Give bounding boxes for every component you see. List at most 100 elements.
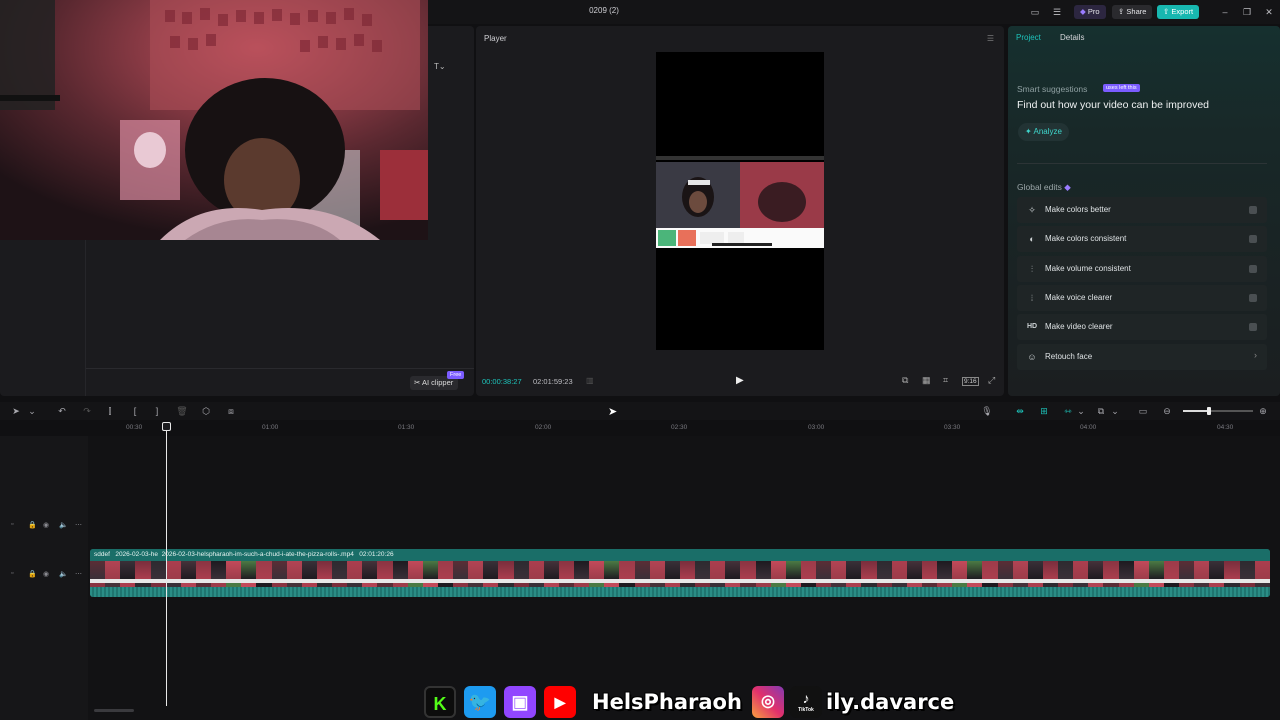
clip-thumbnail-frame xyxy=(1163,561,1179,587)
captions-icon[interactable]: ▭ xyxy=(1136,404,1150,418)
clip-thumbnail-frame xyxy=(664,561,680,587)
toggle-switch[interactable] xyxy=(1249,323,1257,331)
global-edit-colors-consistent[interactable]: ◐ Make colors consistent xyxy=(1017,226,1267,252)
face-retouch-icon: ☺ xyxy=(1027,352,1037,362)
export-label: Export xyxy=(1171,7,1194,16)
undo-icon[interactable]: ↶ xyxy=(55,404,69,418)
lock-icon[interactable]: 🔒 xyxy=(28,521,37,529)
divider xyxy=(1017,163,1267,164)
more-icon[interactable]: ⋯ xyxy=(75,521,82,529)
quality-icon[interactable]: ▦ xyxy=(922,375,931,386)
global-edit-volume-consistent[interactable]: ⫶ Make volume consistent xyxy=(1017,256,1267,282)
analyze-label: Analyze xyxy=(1033,127,1062,136)
zoom-slider-handle[interactable] xyxy=(1207,407,1211,415)
chevron-down-icon[interactable]: ⌄ xyxy=(25,404,39,418)
menu-icon[interactable]: ☰ xyxy=(1050,5,1064,19)
clip-thumbnail-frame xyxy=(634,561,650,587)
split-icon[interactable]: ⫿ xyxy=(103,404,117,418)
magic-wand-icon: ✧ xyxy=(1028,205,1036,215)
playhead-line[interactable] xyxy=(166,424,167,706)
clip-thumbnail-frame xyxy=(1239,561,1255,587)
minimize-icon[interactable]: – xyxy=(1218,5,1232,19)
clip-thumbnail-frame xyxy=(483,561,499,587)
clip-thumbnail-frame xyxy=(770,561,786,587)
play-button[interactable]: ▶ xyxy=(736,375,744,386)
clip-thumbnail-frame xyxy=(876,561,892,587)
clip-thumbnail-frame xyxy=(589,561,605,587)
delete-icon[interactable]: 🗑 xyxy=(175,404,189,418)
time-ruler[interactable]: 00:30 01:00 01:30 02:00 02:30 03:00 03:3… xyxy=(90,422,1280,434)
layout-icon[interactable]: ▭ xyxy=(1028,5,1042,19)
hd-icon: HD xyxy=(1026,323,1038,330)
voice-wave-icon: ⦙ xyxy=(1030,293,1034,303)
clip-thumbnail-frame xyxy=(740,561,756,587)
chevron-down-icon[interactable]: ⌄ xyxy=(1074,404,1088,418)
restore-icon[interactable]: ❐ xyxy=(1240,5,1254,19)
panel-sidebar xyxy=(0,240,86,396)
clip-thumbnail-frame xyxy=(785,561,801,587)
track-cover-icon[interactable]: ▫ xyxy=(11,570,13,577)
video-clip[interactable]: sddef 2026-02-03-he 2026-02-03-helsphara… xyxy=(90,549,1270,597)
color-adjust-icon: ◐ xyxy=(1029,234,1035,244)
clip-filename: 2026-02-03-helspharaoh-im-such-a-chud-i-… xyxy=(161,551,354,558)
grid-icon[interactable]: ▥ xyxy=(586,376,594,385)
toggle-switch[interactable] xyxy=(1249,235,1257,243)
audio-icon[interactable]: 🔈 xyxy=(59,570,68,578)
zoom-in-icon[interactable]: ⊕ xyxy=(1256,404,1270,418)
zoom-out-icon[interactable]: ⊖ xyxy=(1160,404,1174,418)
analyze-button[interactable]: ✦ Analyze xyxy=(1018,123,1069,141)
fullscreen-icon[interactable]: ⤢ xyxy=(988,375,995,386)
timeline-scrollbar[interactable] xyxy=(94,709,134,712)
toggle-switch[interactable] xyxy=(1249,265,1257,273)
global-edit-label: Make video clearer xyxy=(1045,322,1113,331)
trim-right-icon[interactable]: ] xyxy=(150,404,164,418)
tab-project[interactable]: Project xyxy=(1016,33,1041,42)
pro-button[interactable]: ◆ Pro xyxy=(1074,5,1106,19)
toggle-switch[interactable] xyxy=(1249,294,1257,302)
trim-left-icon[interactable]: [ xyxy=(128,404,142,418)
clip-thumbnail-frame xyxy=(891,561,907,587)
close-icon[interactable]: ✕ xyxy=(1262,5,1276,19)
crop-icon[interactable]: ⧉ xyxy=(902,375,908,386)
export-button[interactable]: ⇧ Export xyxy=(1157,5,1200,19)
aspect-ratio-button[interactable]: 9:16 xyxy=(962,377,979,386)
audio-icon[interactable]: 🔈 xyxy=(59,521,68,529)
global-edit-video-clearer[interactable]: HD Make video clearer xyxy=(1017,314,1267,340)
clip-thumbnail-frame xyxy=(1103,561,1119,587)
share-button[interactable]: ⇪ Share xyxy=(1112,5,1153,19)
snap-icon[interactable]: ⇿ xyxy=(1061,404,1075,418)
microphone-icon[interactable]: 🎙 xyxy=(980,404,994,418)
link-icon[interactable]: ⇹ xyxy=(1013,404,1027,418)
global-edit-voice-clearer[interactable]: ⦙ Make voice clearer xyxy=(1017,285,1267,311)
ruler-label: 04:00 xyxy=(1080,424,1097,431)
playhead-handle[interactable] xyxy=(162,422,171,431)
clip-thumbnail-frame xyxy=(528,561,544,587)
clip-thumbnail-frame xyxy=(513,561,529,587)
more-icon[interactable]: ⋯ xyxy=(75,570,82,578)
magnet-icon[interactable]: ⊞ xyxy=(1037,404,1051,418)
fit-screen-icon[interactable]: ⌗ xyxy=(943,375,948,386)
zoom-slider[interactable] xyxy=(1183,407,1253,415)
clip-thumbnail-frame xyxy=(921,561,937,587)
tab-details[interactable]: Details xyxy=(1060,33,1084,42)
clip-thumbnail-frame xyxy=(347,561,363,587)
clip-thumbnail-frame xyxy=(679,561,695,587)
video-preview[interactable] xyxy=(656,52,824,350)
lock-icon[interactable]: 🔒 xyxy=(28,570,37,578)
global-edit-colors-better[interactable]: ✧ Make colors better xyxy=(1017,197,1267,223)
smart-crop-icon[interactable]: ⧈ xyxy=(224,404,238,418)
preview-axis-icon[interactable]: ⧉ xyxy=(1094,404,1108,418)
marker-icon[interactable]: ⬡ xyxy=(199,404,213,418)
clip-thumbnail-frame xyxy=(619,561,635,587)
chevron-down-icon[interactable]: ⌄ xyxy=(1108,404,1122,418)
text-style-dropdown[interactable]: T⌄ xyxy=(434,62,446,71)
redo-icon[interactable]: ↷ xyxy=(80,404,94,418)
eye-icon[interactable]: ◉ xyxy=(43,570,49,578)
player-menu-icon[interactable]: ☰ xyxy=(987,34,994,43)
clip-thumbnail-frame xyxy=(937,561,953,587)
track-cover-icon[interactable]: ▫ xyxy=(11,521,13,528)
select-tool-icon[interactable]: ➤ xyxy=(9,404,23,418)
toggle-switch[interactable] xyxy=(1249,206,1257,214)
eye-icon[interactable]: ◉ xyxy=(43,521,49,529)
global-edit-retouch-face[interactable]: ☺ Retouch face › xyxy=(1017,344,1267,370)
